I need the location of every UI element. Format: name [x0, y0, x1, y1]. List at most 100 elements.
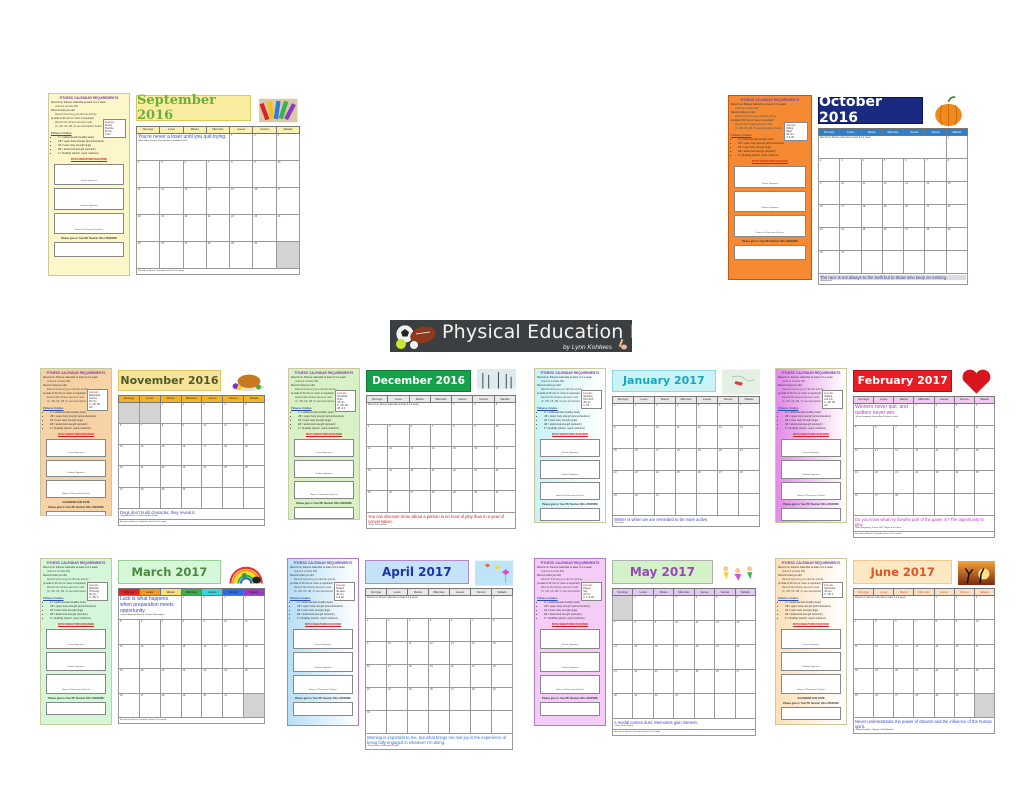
day-cell[interactable]: 15	[229, 186, 254, 215]
student-signature-box[interactable]: Student Signature	[540, 460, 600, 479]
day-cell[interactable]: 23	[472, 468, 495, 492]
day-cell[interactable]: 18	[693, 644, 716, 670]
day-cell[interactable]: 7	[611, 619, 634, 646]
day-cell[interactable]: 15	[945, 181, 969, 206]
day-cell[interactable]: 29	[945, 227, 969, 251]
student-signature-box[interactable]: Student Signature	[46, 651, 106, 672]
day-cell[interactable]: 5	[873, 619, 895, 645]
day-cell[interactable]: 22	[180, 668, 203, 694]
day-cell[interactable]: 20	[903, 204, 926, 229]
day-cell[interactable]: 18	[222, 444, 245, 467]
day-cell[interactable]: 12	[881, 181, 905, 206]
day-cell[interactable]: 28	[924, 227, 947, 251]
day-cell[interactable]: 7	[429, 424, 453, 448]
day-cell[interactable]: 30	[817, 249, 841, 274]
day-cell[interactable]: 11	[675, 425, 697, 449]
empty-day-cell[interactable]	[945, 249, 969, 274]
day-cell[interactable]: 10	[386, 641, 408, 666]
teacher-name-box[interactable]: Name of Classroom Teacher	[781, 481, 841, 501]
day-cell[interactable]: 14	[924, 181, 947, 206]
day-cell[interactable]: 9	[652, 619, 675, 646]
empty-day-cell[interactable]	[243, 692, 265, 718]
day-cell[interactable]: 1	[913, 402, 935, 427]
teacher-name-box[interactable]: Name of Classroom Teacher	[46, 674, 106, 695]
day-cell[interactable]: 23	[365, 687, 387, 711]
day-cell[interactable]: 1	[180, 595, 203, 621]
day-cell[interactable]: 23	[933, 470, 955, 494]
day-cell[interactable]: 25	[365, 490, 389, 513]
day-cell[interactable]: 29	[159, 486, 182, 509]
day-cell[interactable]: 6	[182, 159, 207, 188]
day-cell[interactable]: 14	[159, 643, 182, 670]
empty-day-cell[interactable]	[953, 492, 975, 516]
teacher-name-box[interactable]: Name of Classroom Teacher	[46, 480, 106, 498]
day-cell[interactable]: 31	[654, 492, 676, 516]
day-cell[interactable]: 25	[860, 227, 883, 251]
day-cell[interactable]: 16	[933, 447, 955, 472]
day-cell[interactable]: 16	[201, 643, 224, 670]
day-cell[interactable]: 27	[449, 687, 471, 711]
day-cell[interactable]: 30	[365, 710, 387, 734]
due-date-box[interactable]	[46, 510, 106, 515]
parent-signature-box[interactable]: Parent Signature	[540, 629, 600, 649]
day-cell[interactable]: 11	[693, 619, 716, 646]
day-cell[interactable]: 17	[953, 447, 975, 472]
day-cell[interactable]: 22	[933, 668, 955, 694]
day-cell[interactable]: 7	[738, 402, 760, 427]
day-cell[interactable]: 16	[652, 644, 675, 670]
day-cell[interactable]: 13	[138, 643, 161, 670]
day-cell[interactable]: 21	[738, 447, 760, 472]
day-cell[interactable]: 31	[222, 692, 245, 718]
day-cell[interactable]: 26	[881, 227, 905, 251]
day-cell[interactable]: 18	[852, 668, 875, 694]
day-cell[interactable]: 17	[673, 644, 695, 670]
day-cell[interactable]: 22	[229, 213, 254, 242]
day-cell[interactable]: 28	[205, 240, 231, 269]
day-cell[interactable]: 21	[924, 204, 947, 229]
day-cell[interactable]: 11	[222, 422, 245, 446]
day-cell[interactable]: 25	[852, 692, 875, 718]
day-cell[interactable]: 15	[180, 643, 203, 670]
day-cell[interactable]: 23	[201, 668, 224, 694]
day-cell[interactable]: 18	[860, 204, 883, 229]
day-cell[interactable]: 6	[449, 618, 471, 643]
student-signature-box[interactable]: Student Signature	[781, 460, 841, 479]
day-cell[interactable]: 8	[451, 424, 474, 448]
day-cell[interactable]: 18	[243, 643, 265, 670]
day-cell[interactable]: 6	[138, 619, 161, 645]
day-cell[interactable]: 19	[387, 468, 410, 492]
day-cell[interactable]: 1	[491, 595, 513, 620]
day-cell[interactable]: 20	[717, 447, 739, 472]
day-cell[interactable]: 19	[852, 470, 875, 494]
day-cell[interactable]: 19	[118, 668, 140, 694]
due-date-box[interactable]	[540, 702, 600, 716]
day-cell[interactable]: 9	[933, 425, 955, 449]
day-cell[interactable]: 20	[408, 468, 431, 492]
day-cell[interactable]: 4	[973, 402, 996, 427]
day-cell[interactable]: 11	[243, 619, 265, 645]
day-cell[interactable]: 4	[675, 402, 697, 427]
day-cell[interactable]: 2	[652, 595, 675, 621]
day-cell[interactable]: 28	[429, 490, 453, 513]
day-cell[interactable]: 7	[205, 159, 231, 188]
day-cell[interactable]: 3	[386, 618, 408, 643]
day-cell[interactable]: 24	[493, 468, 517, 492]
day-cell[interactable]: 12	[852, 447, 875, 472]
day-cell[interactable]: 15	[933, 643, 955, 670]
day-cell[interactable]: 16	[365, 664, 387, 689]
day-cell[interactable]: 28	[470, 687, 492, 711]
day-cell[interactable]: 12	[387, 446, 410, 470]
day-cell[interactable]: 5	[428, 618, 450, 643]
day-cell[interactable]: 20	[734, 644, 757, 670]
day-cell[interactable]: 7	[159, 619, 182, 645]
day-cell[interactable]: 18	[407, 664, 429, 689]
day-cell[interactable]: 13	[182, 186, 207, 215]
empty-day-cell[interactable]	[386, 710, 408, 734]
day-cell[interactable]: 1	[612, 402, 634, 427]
day-cell[interactable]: 25	[675, 470, 697, 494]
day-cell[interactable]: 5	[243, 401, 265, 424]
day-cell[interactable]: 25	[973, 470, 996, 494]
day-cell[interactable]: 2	[953, 595, 975, 621]
day-cell[interactable]: 3	[839, 158, 862, 183]
day-cell[interactable]: 9	[633, 425, 655, 449]
